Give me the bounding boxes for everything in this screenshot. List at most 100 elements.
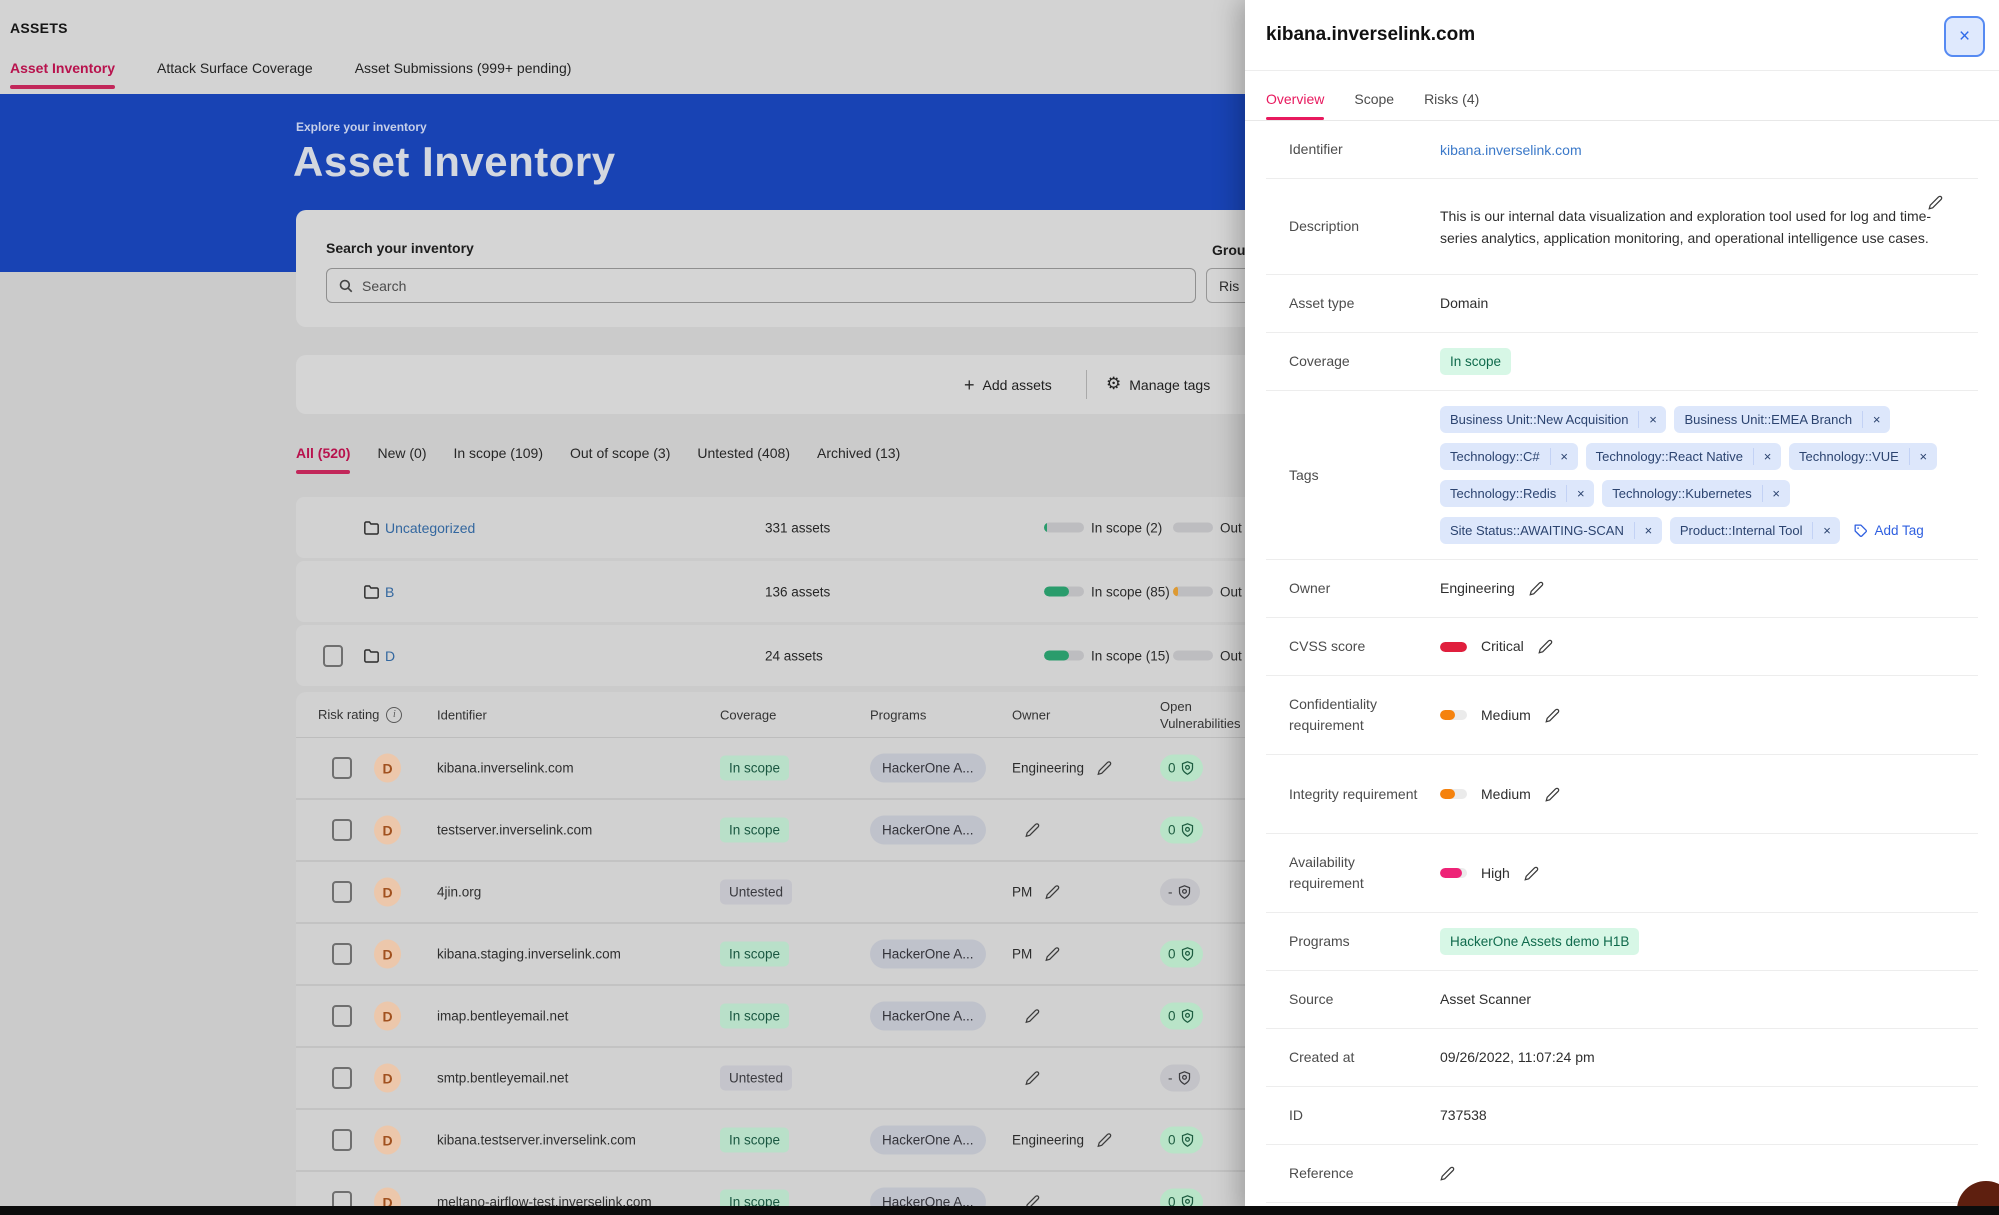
asset-identifier[interactable]: imap.bentleyemail.net (437, 1009, 568, 1024)
field-label: Owner (1289, 580, 1331, 596)
table-body: D kibana.inverselink.com In scope Hacker… (296, 738, 1396, 1215)
row-checkbox[interactable] (332, 1129, 352, 1151)
filter-tab-out-of-scope[interactable]: Out of scope (3) (570, 445, 670, 482)
edit-pencil-icon[interactable] (1928, 195, 1943, 210)
tag-remove-icon[interactable]: × (1908, 448, 1937, 465)
add-tag-button[interactable]: Add Tag (1854, 523, 1924, 538)
row-checkbox[interactable] (332, 1067, 352, 1089)
tag-label: Technology::Kubernetes (1612, 486, 1752, 501)
edit-pencil-icon[interactable] (1529, 581, 1544, 596)
folder-link[interactable]: D (385, 648, 395, 664)
tag-remove-icon[interactable]: × (1812, 522, 1840, 539)
row-checkbox[interactable] (332, 757, 352, 779)
shield-icon (1178, 1071, 1190, 1085)
edit-pencil-icon[interactable] (1524, 866, 1539, 881)
severity-label: Medium (1481, 785, 1531, 802)
tag-pill: Business Unit::New Acquisition × (1440, 406, 1667, 433)
filter-tab-untested[interactable]: Untested (408) (697, 445, 790, 482)
folder-row[interactable]: D 24 assets In scope (15) Out of s (296, 625, 1396, 686)
add-assets-button[interactable]: + Add assets (964, 355, 1052, 414)
edit-pencil-icon[interactable] (1538, 639, 1553, 654)
open-vulnerabilities-pill: 0 (1160, 1002, 1203, 1030)
identifier-link[interactable]: kibana.inverselink.com (1440, 142, 1582, 158)
filter-tab-in-scope[interactable]: In scope (109) (453, 445, 543, 482)
table-row[interactable]: D smtp.bentleyemail.net Untested - (296, 1048, 1396, 1110)
asset-identifier[interactable]: kibana.staging.inverselink.com (437, 947, 621, 962)
table-row[interactable]: D kibana.staging.inverselink.com In scop… (296, 924, 1396, 986)
panel-tab-scope[interactable]: Scope (1354, 91, 1394, 120)
column-header-open-vulnerabilities: Open Vulnerabilities (1160, 698, 1241, 731)
asset-identifier[interactable]: testserver.inverselink.com (437, 823, 592, 838)
asset-identifier[interactable]: smtp.bentleyemail.net (437, 1071, 568, 1086)
table-row[interactable]: D kibana.inverselink.com In scope Hacker… (296, 738, 1396, 800)
edit-pencil-icon[interactable] (1440, 1166, 1455, 1181)
open-vulnerabilities-pill: - (1160, 878, 1200, 906)
asset-identifier[interactable]: 4jin.org (437, 885, 481, 900)
field-value (1440, 1166, 1978, 1181)
table-row[interactable]: D testserver.inverselink.com In scope Ha… (296, 800, 1396, 862)
folder-row[interactable]: B 136 assets In scope (85) Out of s (296, 561, 1396, 622)
edit-pencil-icon[interactable] (1025, 823, 1040, 838)
severity-label: Critical (1481, 638, 1524, 654)
tab-asset-inventory[interactable]: Asset Inventory (10, 60, 115, 98)
filter-tabs: All (520) New (0) In scope (109) Out of … (296, 445, 900, 482)
panel-tab-overview[interactable]: Overview (1266, 91, 1324, 120)
field-label: Description (1289, 218, 1360, 234)
tag-remove-icon[interactable]: × (1566, 485, 1594, 502)
edit-pencil-icon[interactable] (1545, 708, 1560, 723)
owner-cell: Engineering (1012, 761, 1112, 776)
tag-remove-icon[interactable]: × (1862, 411, 1890, 428)
severity-bar (1440, 710, 1467, 720)
gear-icon: ⚙ (1106, 374, 1122, 394)
column-header-risk-rating: Risk rating i (318, 706, 403, 723)
risk-rating-badge: D (374, 1001, 401, 1031)
tag-label: Site Status::AWAITING-SCAN (1450, 523, 1624, 538)
close-button[interactable]: × (1944, 16, 1985, 57)
search-input[interactable]: Search (326, 268, 1196, 303)
edit-pencil-icon[interactable] (1097, 1133, 1112, 1148)
severity-bar (1440, 789, 1467, 799)
panel-tab-risks[interactable]: Risks (4) (1424, 91, 1479, 120)
edit-pencil-icon[interactable] (1545, 787, 1560, 802)
asset-identifier[interactable]: kibana.testserver.inverselink.com (437, 1133, 636, 1148)
manage-tags-button[interactable]: ⚙ Manage tags (1106, 355, 1210, 414)
table-row[interactable]: D imap.bentleyemail.net In scope HackerO… (296, 986, 1396, 1048)
row-checkbox[interactable] (332, 943, 352, 965)
tag-remove-icon[interactable]: × (1633, 522, 1662, 539)
risk-rating-badge: D (374, 1125, 401, 1155)
owner-name: PM (1012, 946, 1033, 962)
program-pill: HackerOne A... (870, 1125, 986, 1155)
table-row[interactable]: D 4jin.org Untested PM - (296, 862, 1396, 924)
severity-bar-fill (1440, 789, 1455, 799)
filter-tab-new[interactable]: New (0) (377, 445, 426, 482)
tag-remove-icon[interactable]: × (1761, 485, 1790, 502)
hero-eyebrow: Explore your inventory (296, 120, 427, 134)
tag-remove-icon[interactable]: × (1549, 448, 1578, 465)
edit-pencil-icon[interactable] (1045, 885, 1060, 900)
filter-tab-archived[interactable]: Archived (13) (817, 445, 900, 482)
edit-pencil-icon[interactable] (1045, 947, 1060, 962)
tag-remove-icon[interactable]: × (1753, 448, 1781, 465)
risk-rating-badge: D (374, 939, 401, 969)
filter-tab-all[interactable]: All (520) (296, 445, 350, 482)
folder-checkbox[interactable] (323, 644, 343, 667)
tab-attack-surface-coverage[interactable]: Attack Surface Coverage (157, 60, 313, 98)
search-card: Search your inventory Search Grou Ris (296, 210, 1432, 327)
edit-pencil-icon[interactable] (1025, 1009, 1040, 1024)
folder-row[interactable]: Uncategorized 331 assets In scope (2) Ou… (296, 497, 1396, 558)
info-icon[interactable]: i (386, 706, 403, 723)
row-checkbox[interactable] (332, 881, 352, 903)
folder-link[interactable]: Uncategorized (385, 520, 475, 536)
row-checkbox[interactable] (332, 819, 352, 841)
edit-pencil-icon[interactable] (1025, 1071, 1040, 1086)
tag-remove-icon[interactable]: × (1638, 411, 1666, 428)
edit-pencil-icon[interactable] (1097, 761, 1112, 776)
column-header-identifier: Identifier (437, 707, 487, 722)
folder-link[interactable]: B (385, 584, 394, 600)
asset-identifier[interactable]: kibana.inverselink.com (437, 761, 574, 776)
row-checkbox[interactable] (332, 1005, 352, 1027)
table-row[interactable]: D kibana.testserver.inverselink.com In s… (296, 1110, 1396, 1172)
tab-asset-submissions[interactable]: Asset Submissions (999+ pending) (355, 60, 572, 98)
tag-pill: Technology::Redis × (1440, 480, 1595, 507)
field-value: 737538 (1440, 1105, 1978, 1126)
